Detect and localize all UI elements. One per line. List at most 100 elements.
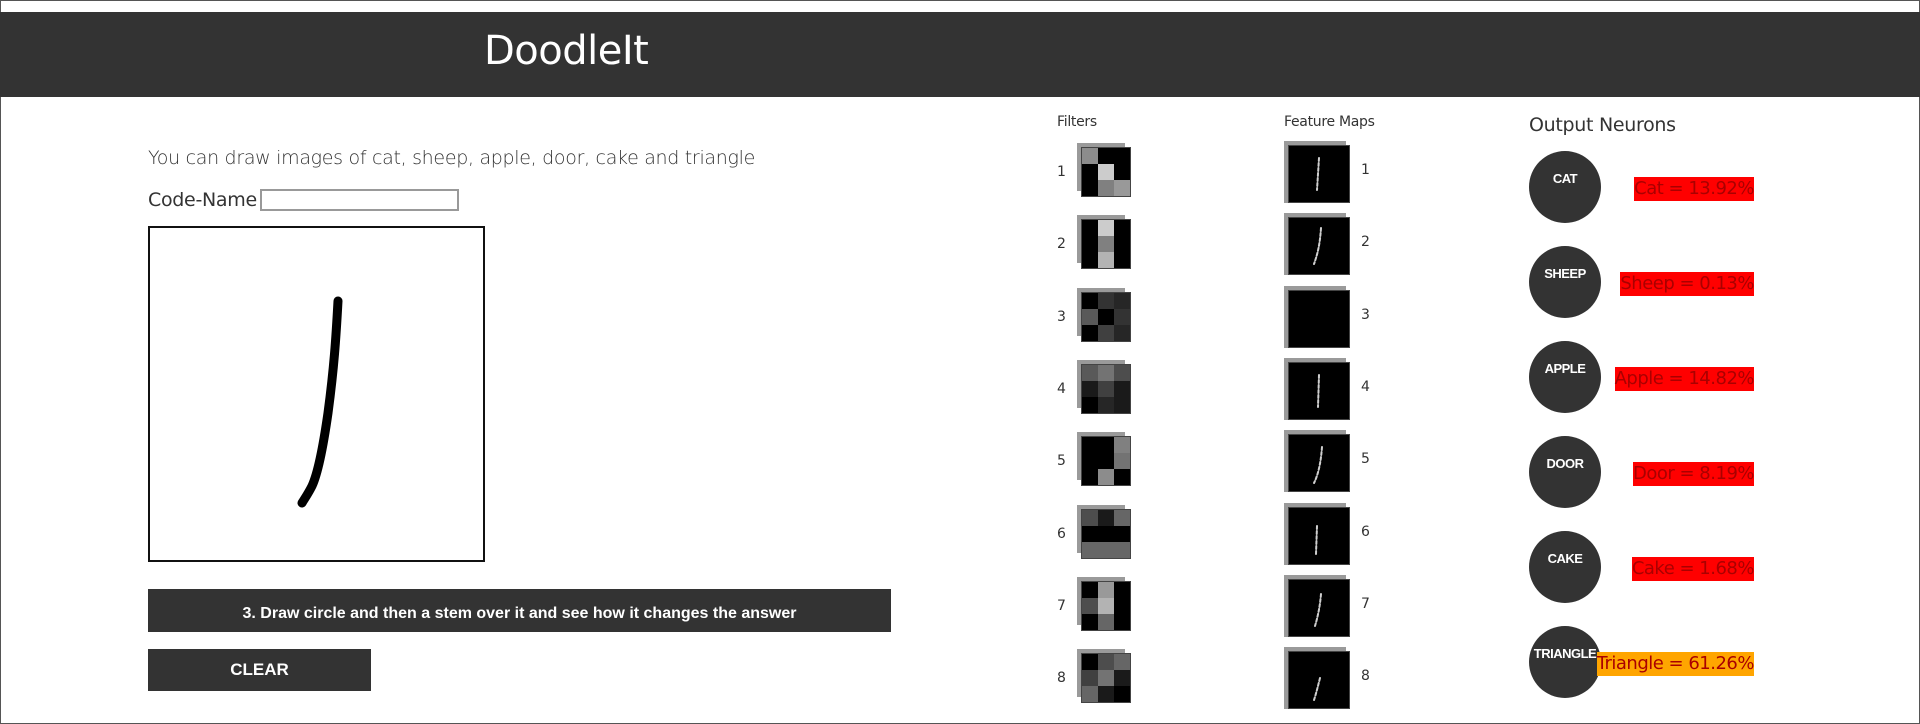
filter-cell bbox=[1114, 654, 1130, 671]
output-score: Cake = 1.68% bbox=[1631, 557, 1755, 581]
filter-cell bbox=[1082, 324, 1098, 341]
filter-cell bbox=[1114, 469, 1130, 486]
feature-map-index: 3 bbox=[1361, 306, 1370, 323]
filter-cell bbox=[1114, 220, 1130, 237]
filter-cell bbox=[1114, 509, 1130, 526]
filter-thumbnail bbox=[1081, 653, 1131, 704]
clear-button[interactable]: CLEAR bbox=[148, 649, 371, 691]
feature-maps-title: Feature Maps bbox=[1284, 114, 1375, 130]
filter-cell bbox=[1114, 597, 1130, 614]
filter-index: 7 bbox=[1057, 597, 1066, 614]
filter-cell bbox=[1098, 437, 1114, 454]
filter-thumbnail bbox=[1081, 363, 1131, 414]
output-neuron-apple: APPLE bbox=[1529, 341, 1601, 413]
hint-banner: 3. Draw circle and then a stem over it a… bbox=[148, 589, 891, 632]
filter-cell bbox=[1082, 670, 1098, 687]
filter-cell bbox=[1098, 148, 1114, 164]
filter-cell bbox=[1114, 396, 1130, 413]
filter-cell bbox=[1098, 541, 1114, 558]
filter-cell bbox=[1114, 252, 1130, 269]
filter-cell bbox=[1082, 613, 1098, 630]
filter-cell bbox=[1082, 541, 1098, 558]
filter-index: 4 bbox=[1057, 380, 1066, 397]
filter-cell bbox=[1114, 686, 1130, 703]
output-score: Sheep = 0.13% bbox=[1620, 272, 1754, 296]
filter-cell bbox=[1114, 541, 1130, 558]
filter-thumbnail bbox=[1081, 508, 1131, 559]
filter-cell bbox=[1114, 670, 1130, 687]
filter-cell bbox=[1098, 686, 1114, 703]
filter-cell bbox=[1098, 581, 1114, 598]
filter-index: 1 bbox=[1057, 164, 1066, 180]
filter-cell bbox=[1082, 686, 1098, 703]
filter-cell bbox=[1082, 380, 1098, 397]
filter-cell bbox=[1098, 220, 1114, 237]
filter-cell bbox=[1082, 148, 1098, 164]
filter-cell bbox=[1114, 380, 1130, 397]
filter-cell bbox=[1082, 453, 1098, 470]
filter-cell bbox=[1082, 581, 1098, 598]
filter-cell bbox=[1082, 180, 1098, 196]
feature-map-thumbnail bbox=[1288, 578, 1350, 637]
filter-cell bbox=[1082, 164, 1098, 180]
filter-cell bbox=[1082, 364, 1098, 381]
filter-index: 2 bbox=[1057, 236, 1066, 253]
filter-cell bbox=[1114, 437, 1130, 454]
feature-map-thumbnail bbox=[1288, 361, 1350, 420]
feature-map-thumbnail bbox=[1288, 506, 1350, 565]
filter-cell bbox=[1098, 164, 1114, 180]
filter-index: 3 bbox=[1057, 308, 1066, 325]
filter-cell bbox=[1098, 597, 1114, 614]
filter-cell bbox=[1082, 525, 1098, 542]
filter-cell bbox=[1082, 654, 1098, 671]
filter-cell bbox=[1098, 236, 1114, 253]
filter-cell bbox=[1098, 308, 1114, 325]
filters-title: Filters bbox=[1057, 114, 1097, 130]
filter-cell bbox=[1098, 469, 1114, 486]
output-neuron-sheep: SHEEP bbox=[1529, 246, 1601, 318]
filter-cell bbox=[1082, 597, 1098, 614]
output-neuron-door: DOOR bbox=[1529, 436, 1601, 508]
codename-input[interactable] bbox=[260, 189, 459, 211]
filter-cell bbox=[1098, 613, 1114, 630]
filter-cell bbox=[1082, 252, 1098, 269]
drawing-canvas[interactable] bbox=[148, 226, 485, 562]
header-bar: DoodleIt bbox=[0, 12, 1920, 97]
filter-cell bbox=[1098, 180, 1114, 196]
feature-map-index: 8 bbox=[1361, 668, 1370, 685]
neuron-label: CAT bbox=[1552, 171, 1578, 186]
feature-map-thumbnail bbox=[1288, 651, 1350, 710]
filter-cell bbox=[1082, 236, 1098, 253]
filter-cell bbox=[1114, 180, 1130, 196]
user-stroke bbox=[297, 296, 343, 508]
filter-cell bbox=[1114, 164, 1130, 180]
output-score: Cat = 13.92% bbox=[1634, 177, 1754, 201]
filter-index: 6 bbox=[1057, 525, 1066, 542]
filter-cell bbox=[1098, 380, 1114, 397]
filter-cell bbox=[1114, 581, 1130, 598]
neuron-label: SHEEP bbox=[1544, 266, 1586, 281]
neuron-label: TRIANGLE bbox=[1533, 646, 1597, 661]
filter-cell bbox=[1098, 364, 1114, 381]
feature-map-thumbnail bbox=[1288, 217, 1350, 276]
output-neuron-triangle: TRIANGLE bbox=[1529, 626, 1601, 698]
filter-index: 5 bbox=[1057, 453, 1066, 470]
feature-map-index: 6 bbox=[1361, 523, 1370, 540]
filter-cell bbox=[1082, 509, 1098, 526]
filter-cell bbox=[1082, 292, 1098, 309]
output-neurons-title: Output Neurons bbox=[1529, 114, 1676, 136]
filter-cell bbox=[1114, 364, 1130, 381]
feature-map-thumbnail bbox=[1288, 434, 1350, 493]
feature-map-index: 4 bbox=[1361, 378, 1370, 395]
filter-cell bbox=[1098, 509, 1114, 526]
filter-cell bbox=[1082, 220, 1098, 237]
codename-label: Code-Name : bbox=[148, 189, 269, 211]
feature-map-thumbnail bbox=[1288, 145, 1350, 203]
output-score: Door = 8.19% bbox=[1633, 462, 1755, 486]
filter-cell bbox=[1098, 525, 1114, 542]
filter-cell bbox=[1082, 469, 1098, 486]
filter-thumbnail bbox=[1081, 580, 1131, 631]
filter-thumbnail bbox=[1081, 436, 1131, 487]
filter-thumbnail bbox=[1081, 291, 1131, 342]
filter-cell bbox=[1098, 252, 1114, 269]
